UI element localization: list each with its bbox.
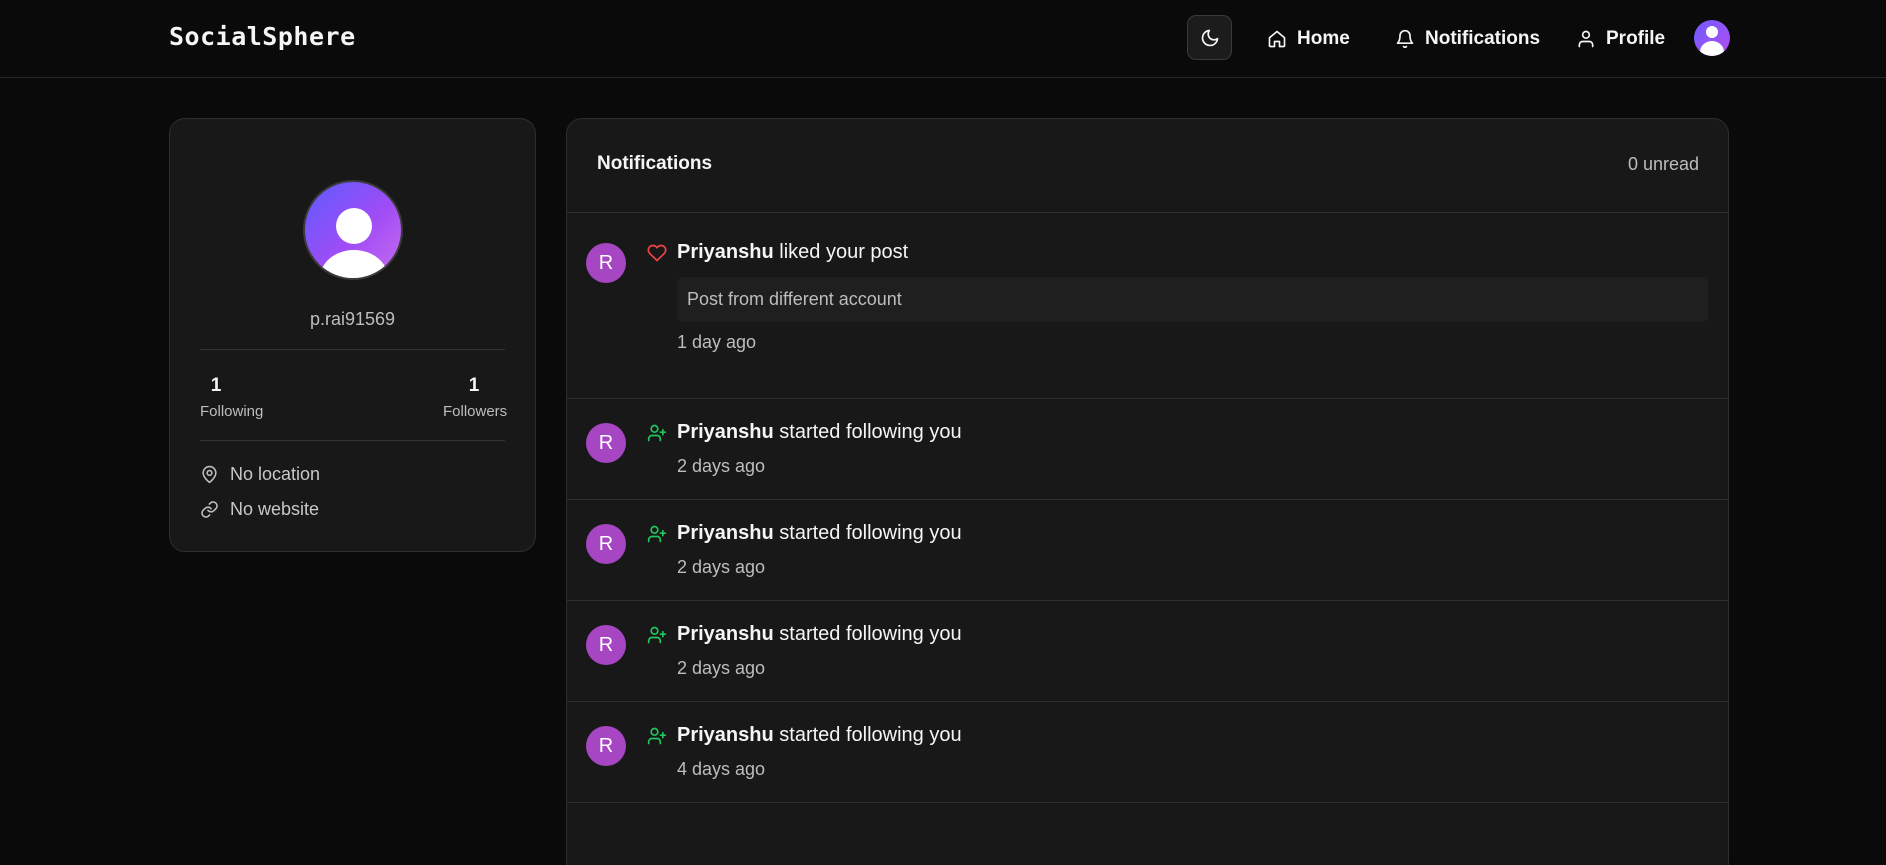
notification-item[interactable]: R Priyanshu started following you 2 days…: [567, 399, 1728, 500]
followers-count: 1: [468, 375, 480, 396]
following-stat[interactable]: 1 Following: [200, 375, 263, 420]
notification-action: liked your post: [773, 241, 909, 263]
brand-logo[interactable]: SocialSphere: [169, 22, 356, 51]
profile-location: No location: [200, 464, 320, 485]
notification-avatar[interactable]: R: [586, 524, 626, 564]
profile-card: p.rai91569 1 Following 1 Followers No lo…: [169, 118, 536, 552]
notification-actor[interactable]: Priyanshu: [677, 724, 774, 746]
profile-username: p.rai91569: [309, 309, 396, 329]
notification-item[interactable]: R Priyanshu liked your post Post from di…: [567, 214, 1728, 399]
followers-label: Followers: [443, 403, 508, 420]
notification-time: 4 days ago: [677, 759, 766, 779]
notification-text: Priyanshu started following you: [677, 522, 962, 545]
notification-text: Priyanshu started following you: [677, 623, 962, 646]
location-text: No location: [230, 464, 321, 484]
website-text: No website: [230, 499, 320, 519]
nav-profile[interactable]: Profile: [1576, 25, 1665, 53]
notification-avatar[interactable]: R: [586, 625, 626, 665]
notification-time: 2 days ago: [677, 557, 766, 577]
notifications-header: Notifications 0 unread: [567, 119, 1728, 213]
notification-actor[interactable]: Priyanshu: [677, 522, 774, 544]
notification-time: 2 days ago: [677, 456, 766, 476]
user-plus-icon: [647, 424, 667, 442]
nav-notifications[interactable]: Notifications: [1395, 25, 1540, 53]
post-snippet[interactable]: Post from different account: [677, 277, 1708, 322]
user-plus-icon: [647, 626, 667, 644]
notification-item[interactable]: R Priyanshu started following you 4 days…: [567, 702, 1728, 803]
notification-text: Priyanshu started following you: [677, 724, 962, 747]
notification-time: 2 days ago: [677, 658, 766, 678]
notification-avatar[interactable]: R: [586, 423, 626, 463]
bell-icon: [1396, 29, 1414, 49]
nav-profile-label: Profile: [1606, 28, 1666, 49]
theme-toggle-button[interactable]: [1187, 15, 1232, 60]
user-plus-icon: [647, 727, 667, 745]
notification-action: started following you: [773, 623, 962, 645]
moon-icon: [1201, 29, 1218, 46]
notification-time: 1 day ago: [677, 332, 757, 352]
nav-notifications-label: Notifications: [1425, 28, 1541, 49]
notification-avatar[interactable]: R: [586, 726, 626, 766]
unread-count: 0 unread: [1627, 154, 1699, 174]
top-navigation-bar: SocialSphere Home Notifications Profile: [0, 0, 1886, 78]
divider: [200, 349, 505, 350]
profile-avatar[interactable]: [303, 180, 403, 280]
following-count: 1: [210, 375, 222, 396]
avatar-body-shape: [320, 250, 388, 278]
divider: [200, 440, 505, 441]
avatar-head-shape: [336, 208, 372, 244]
avatar-body-shape: [1700, 41, 1724, 56]
followers-stat[interactable]: 1 Followers: [443, 375, 508, 420]
user-avatar-menu[interactable]: [1694, 20, 1730, 56]
user-icon: [1578, 30, 1594, 48]
avatar-head-shape: [1706, 26, 1718, 38]
notification-action: started following you: [773, 421, 962, 443]
notification-actor[interactable]: Priyanshu: [677, 421, 774, 443]
heart-icon: [647, 244, 667, 262]
notification-item[interactable]: R Priyanshu started following you 2 days…: [567, 601, 1728, 702]
notification-action: started following you: [773, 724, 962, 746]
link-icon: [201, 501, 218, 518]
notifications-title: Notifications: [597, 153, 713, 174]
notification-actor[interactable]: Priyanshu: [677, 241, 774, 263]
notifications-panel: Notifications 0 unread R Priyanshu liked…: [566, 118, 1729, 865]
nav-home[interactable]: Home: [1267, 25, 1350, 53]
map-pin-icon: [202, 465, 217, 484]
profile-website: No website: [200, 499, 319, 520]
home-icon: [1268, 30, 1286, 48]
notification-actor[interactable]: Priyanshu: [677, 623, 774, 645]
user-plus-icon: [647, 525, 667, 543]
following-label: Following: [200, 403, 264, 420]
notification-action: started following you: [773, 522, 962, 544]
notification-text: Priyanshu liked your post: [677, 241, 908, 264]
nav-home-label: Home: [1297, 28, 1350, 49]
notification-text: Priyanshu started following you: [677, 421, 962, 444]
notification-avatar[interactable]: R: [586, 243, 626, 283]
notification-item[interactable]: R Priyanshu started following you 2 days…: [567, 500, 1728, 601]
